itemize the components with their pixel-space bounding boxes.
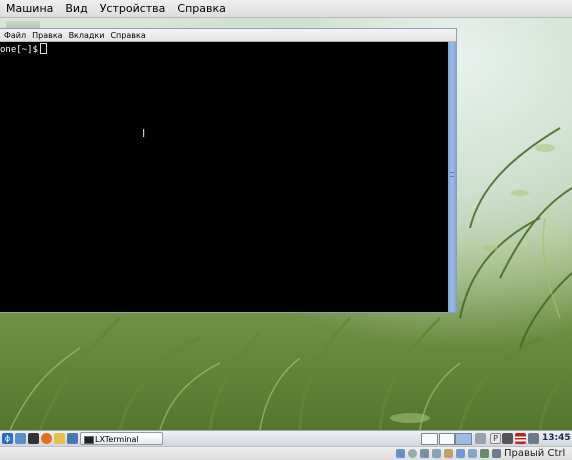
taskbar: ɸ LXTerminal P 13:45	[0, 430, 572, 447]
display-icon[interactable]	[456, 449, 465, 458]
mouse-integration-icon[interactable]	[492, 449, 501, 458]
task-button-lxterminal[interactable]: LXTerminal	[80, 432, 163, 445]
terminal-menu-file[interactable]: Файл	[0, 31, 29, 40]
network-adapter-icon[interactable]	[480, 449, 489, 458]
menu-machine[interactable]: Машина	[0, 2, 59, 15]
show-desktop-icon[interactable]	[15, 433, 26, 444]
task-button-label: LXTerminal	[95, 435, 139, 444]
scrollbar-grip-icon	[450, 172, 454, 177]
audio-icon[interactable]	[432, 449, 441, 458]
menu-help[interactable]: Справка	[171, 2, 231, 15]
ibeam-cursor-icon: I	[142, 127, 146, 140]
file-manager-icon[interactable]	[67, 433, 78, 444]
menu-view[interactable]: Вид	[59, 2, 93, 15]
terminal-launcher-icon[interactable]	[28, 433, 39, 444]
shell-prompt-text: one[~]$	[0, 45, 38, 55]
tray-blank-icon[interactable]	[475, 433, 486, 444]
terminal-menu-edit[interactable]: Правка	[29, 31, 65, 40]
optical-drive-icon[interactable]	[408, 449, 417, 458]
text-cursor	[39, 43, 47, 54]
usb-icon[interactable]	[420, 449, 429, 458]
terminal-menubar: Файл Правка Вкладки Справка	[0, 29, 456, 42]
clock[interactable]: 13:45	[542, 433, 571, 443]
workspace-1[interactable]	[421, 433, 438, 445]
terminal-scrollbar[interactable]	[448, 42, 456, 312]
start-menu-icon[interactable]: ɸ	[2, 433, 13, 444]
host-key-label: Правый Ctrl	[504, 448, 566, 459]
workspace-2[interactable]	[439, 433, 455, 445]
text-editor-icon[interactable]	[54, 433, 65, 444]
guest-desktop: Файл Правка Вкладки Справка one[~]$ I	[0, 18, 572, 430]
shared-folders-icon[interactable]	[444, 449, 453, 458]
terminal-menu-tabs[interactable]: Вкладки	[66, 31, 108, 40]
firefox-icon[interactable]	[41, 433, 52, 444]
terminal-output[interactable]: one[~]$ I	[0, 42, 448, 312]
terminal-task-icon	[84, 436, 94, 444]
tray-p-icon[interactable]: P	[490, 433, 501, 444]
video-capture-icon[interactable]	[468, 449, 477, 458]
hard-disk-icon[interactable]	[396, 449, 405, 458]
network-icon[interactable]	[502, 433, 513, 444]
terminal-menu-help[interactable]: Справка	[107, 31, 148, 40]
lxterminal-window[interactable]: Файл Правка Вкладки Справка one[~]$ I	[0, 28, 457, 313]
keyboard-layout-flag-icon[interactable]	[515, 433, 526, 444]
vbox-menubar: Машина Вид Устройства Справка	[0, 0, 572, 18]
menu-devices[interactable]: Устройства	[94, 2, 172, 15]
vbox-statusbar: Правый Ctrl	[0, 446, 572, 460]
workspace-3[interactable]	[455, 433, 472, 445]
volume-icon[interactable]	[528, 433, 539, 444]
shell-prompt: one[~]$	[0, 43, 47, 55]
